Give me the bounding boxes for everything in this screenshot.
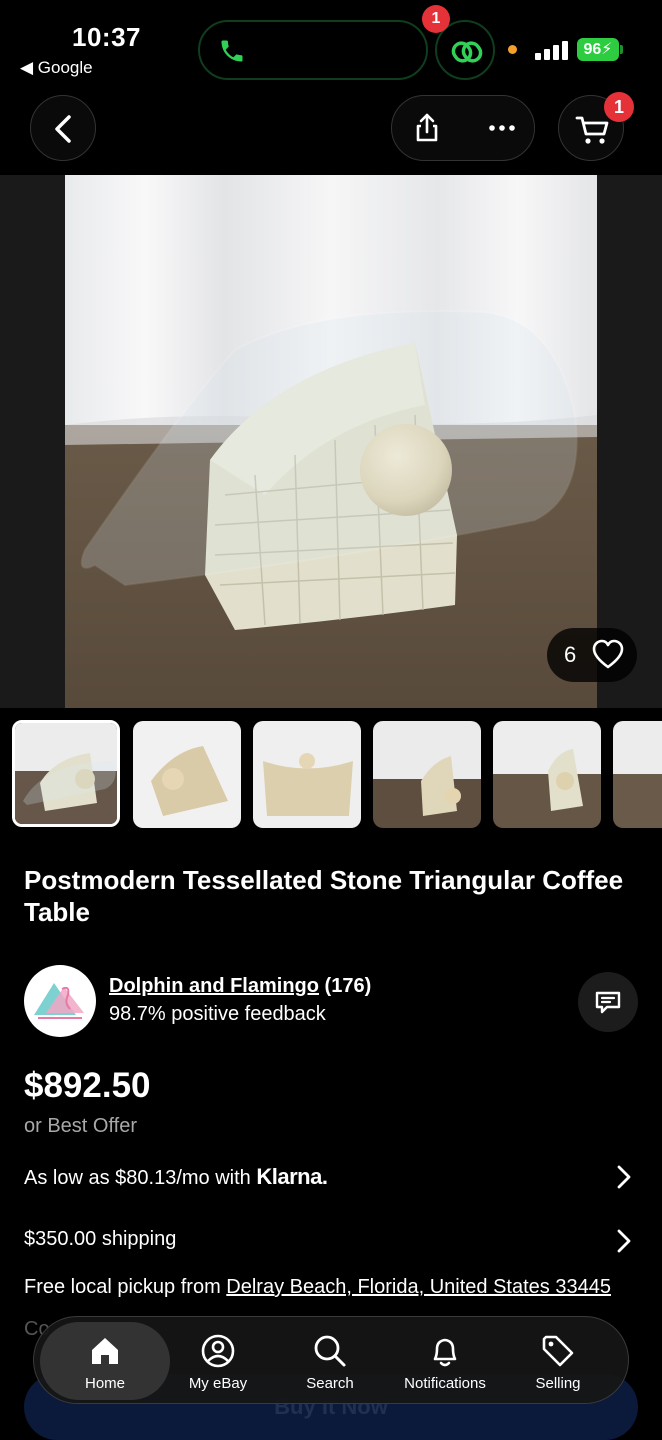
- home-icon: [92, 1338, 118, 1364]
- actions-pill: [391, 95, 535, 161]
- more-icon[interactable]: [487, 118, 517, 138]
- main-product-image[interactable]: [0, 175, 662, 708]
- thumbnail-strip: [0, 718, 662, 830]
- seller-name[interactable]: Dolphin and Flamingo: [109, 975, 319, 997]
- nav-notifications[interactable]: Notifications: [389, 1317, 501, 1405]
- thumbnail-2[interactable]: [133, 721, 241, 828]
- listing-title: Postmodern Tessellated Stone Triangular …: [24, 865, 624, 927]
- seller-link[interactable]: Dolphin and Flamingo (176): [109, 975, 371, 998]
- seller-feedback-percent: 98.7% positive feedback: [109, 1003, 326, 1025]
- like-count: 6: [564, 642, 577, 667]
- nav-search-label: Search: [306, 1375, 354, 1392]
- battery-icon: 96⚡: [577, 38, 619, 61]
- battery-nub: [620, 45, 623, 54]
- nav-my-ebay-label: My eBay: [188, 1375, 248, 1392]
- thumbnail-6[interactable]: [613, 721, 662, 828]
- thumbnail-3[interactable]: [253, 721, 361, 828]
- active-call-pill[interactable]: [198, 20, 428, 80]
- watch-button[interactable]: 6: [547, 628, 637, 682]
- bell-icon: [433, 1338, 457, 1367]
- battery-level: 96: [583, 41, 602, 58]
- price: $892.50: [24, 1066, 151, 1105]
- back-button[interactable]: [30, 95, 96, 161]
- signal-icon: [535, 40, 569, 60]
- pickup-label: Free local pickup from: [24, 1276, 227, 1298]
- klarna-logo: Klarna.: [256, 1164, 328, 1189]
- user-icon: [201, 1334, 235, 1368]
- message-icon: [595, 991, 621, 1014]
- product-photo: [65, 175, 597, 708]
- search-icon: [314, 1335, 346, 1367]
- contact-seller-button[interactable]: [578, 972, 638, 1032]
- nav-home-label: Home: [84, 1375, 125, 1392]
- pickup-location-link[interactable]: Delray Beach, Florida, United States 334…: [226, 1276, 611, 1298]
- cart-badge: 1: [604, 92, 634, 122]
- chevron-right-icon: [617, 1165, 631, 1189]
- back-to-google-link[interactable]: ◀ Google: [20, 58, 93, 78]
- mic-indicator-dot: [508, 45, 517, 54]
- local-pickup-row: Free local pickup from Delray Beach, Flo…: [24, 1276, 638, 1299]
- status-time: 10:37: [72, 22, 141, 52]
- best-offer-label: or Best Offer: [24, 1115, 138, 1137]
- shipping-row[interactable]: $350.00 shipping: [24, 1228, 638, 1253]
- thumbnail-1[interactable]: [12, 720, 120, 827]
- bottom-nav: Home My eBay Search Notifications Sellin…: [33, 1316, 629, 1404]
- nav-notifications-label: Notifications: [404, 1375, 486, 1392]
- nav-search[interactable]: Search: [274, 1317, 386, 1405]
- link-icon: [451, 41, 483, 63]
- seller-feedback-count: (176): [324, 975, 372, 997]
- phone-icon: [221, 40, 243, 62]
- share-icon[interactable]: [410, 111, 444, 145]
- thumbnail-4[interactable]: [373, 721, 481, 828]
- nav-my-ebay[interactable]: My eBay: [162, 1317, 274, 1405]
- thumbnail-5[interactable]: [493, 721, 601, 828]
- status-bar: 10:37 ◀ Google 96⚡: [0, 0, 662, 90]
- tag-icon: [542, 1335, 574, 1367]
- klarna-financing-row[interactable]: As low as $80.13/mo with Klarna.: [24, 1164, 638, 1190]
- klarna-text: As low as $80.13/mo with: [24, 1167, 257, 1189]
- heart-icon: [592, 639, 624, 669]
- shipping-cost: $350.00 shipping: [24, 1228, 177, 1250]
- chevron-right-icon: [617, 1229, 631, 1253]
- seller-avatar[interactable]: [24, 965, 96, 1037]
- nav-selling-label: Selling: [535, 1375, 581, 1392]
- chevron-left-icon: [55, 115, 71, 143]
- nav-home[interactable]: Home: [40, 1322, 170, 1400]
- nav-selling[interactable]: Selling: [502, 1317, 614, 1405]
- notifications-badge: 1: [422, 5, 450, 33]
